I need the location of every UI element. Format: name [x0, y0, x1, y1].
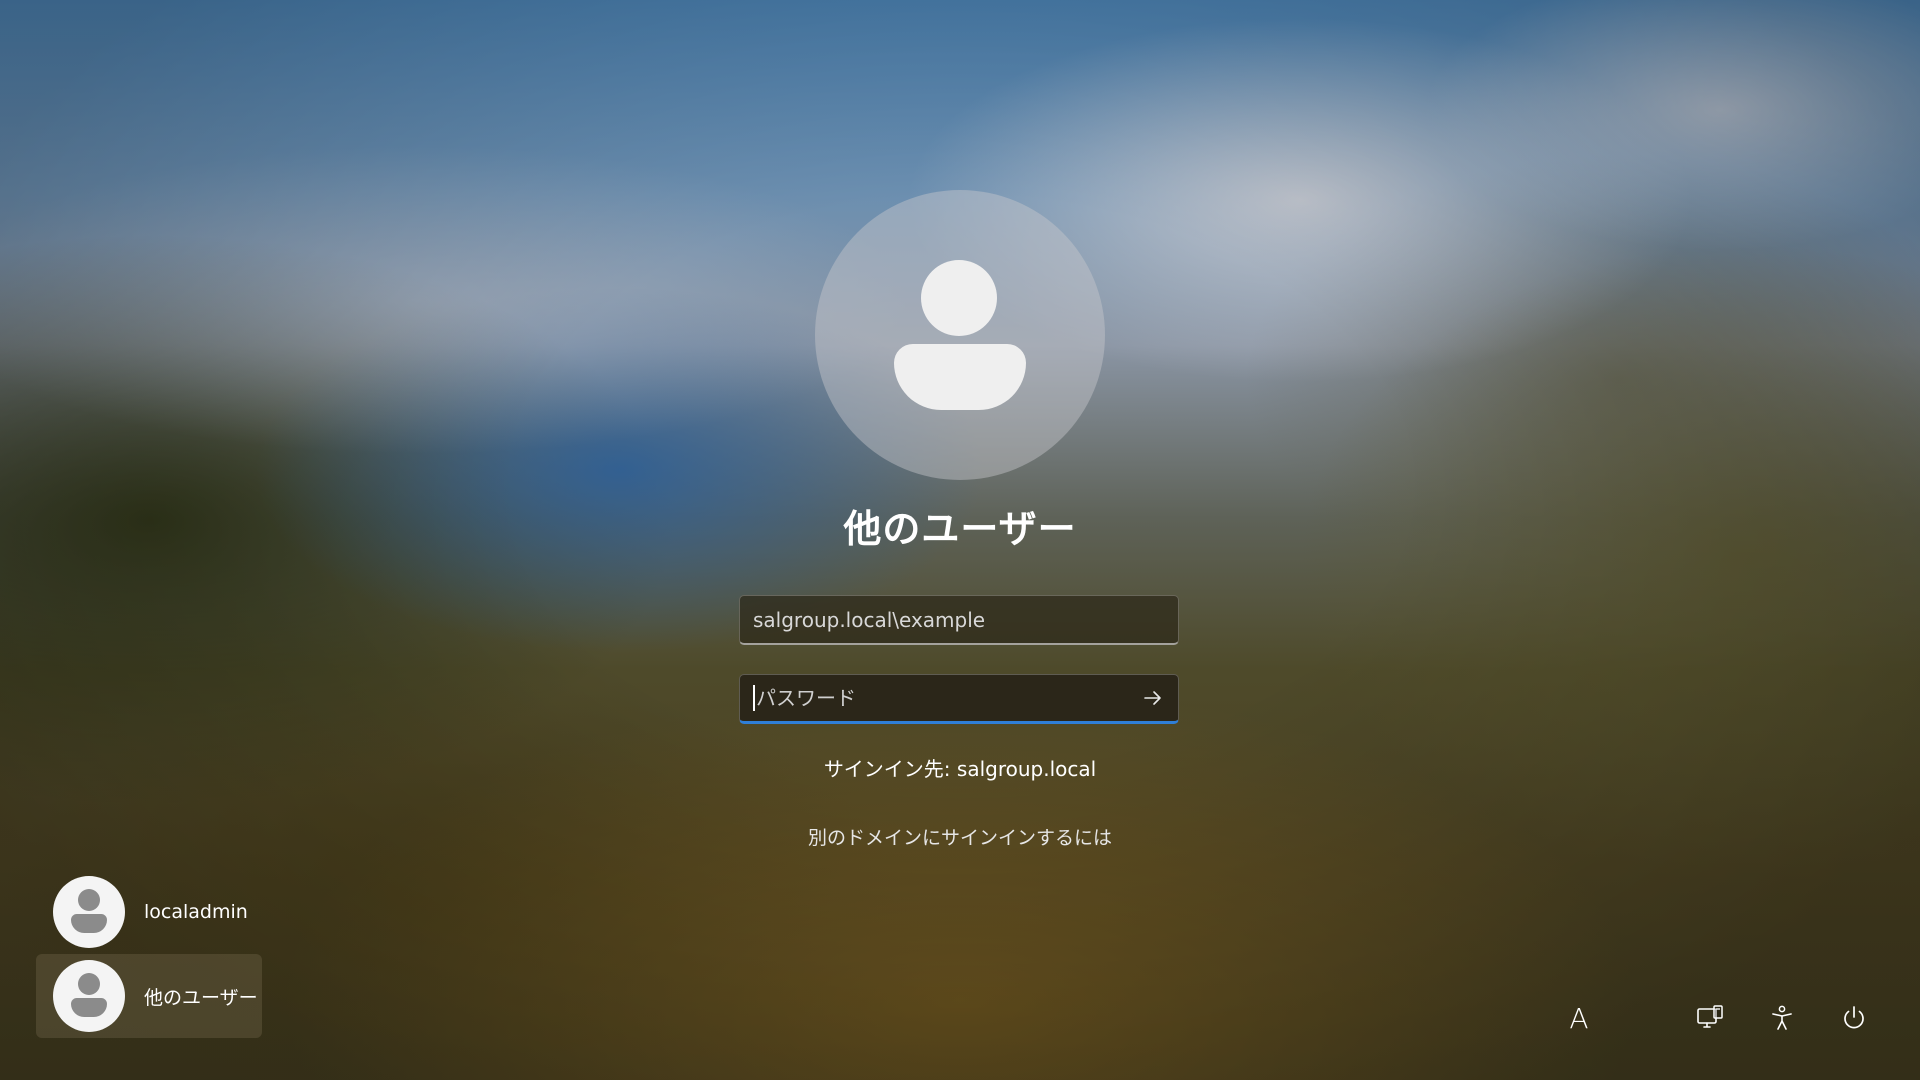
power-icon[interactable]: [1834, 998, 1874, 1038]
text-caret: [753, 685, 755, 711]
person-icon: [921, 260, 997, 336]
accessibility-icon[interactable]: [1762, 998, 1802, 1038]
user-tile-other-user[interactable]: 他のユーザー: [36, 954, 262, 1038]
network-icon[interactable]: [1690, 998, 1730, 1038]
password-field[interactable]: [739, 674, 1179, 724]
user-tile-label: 他のユーザー: [144, 986, 258, 1009]
user-avatar: [815, 190, 1105, 480]
person-icon: [53, 960, 125, 1032]
user-name-title: 他のユーザー: [843, 507, 1077, 551]
person-icon: [53, 876, 125, 948]
password-input[interactable]: [756, 686, 1116, 710]
input-mode-icon[interactable]: A: [1559, 998, 1599, 1038]
signin-domain-text: サインイン先: salgroup.local: [823, 757, 1097, 781]
submit-button[interactable]: [1138, 683, 1168, 713]
username-input[interactable]: [753, 607, 1113, 632]
other-domain-link[interactable]: 別のドメインにサインインするには: [0, 823, 1920, 850]
arrow-right-icon: [1144, 691, 1161, 705]
lock-screen: 他のユーザー サインイン先: salgroup.local 別のドメインにサイン…: [0, 0, 1920, 1080]
user-tile-label: localadmin: [144, 901, 248, 923]
username-field[interactable]: [739, 595, 1179, 645]
user-tile-localadmin[interactable]: localadmin: [36, 870, 262, 954]
